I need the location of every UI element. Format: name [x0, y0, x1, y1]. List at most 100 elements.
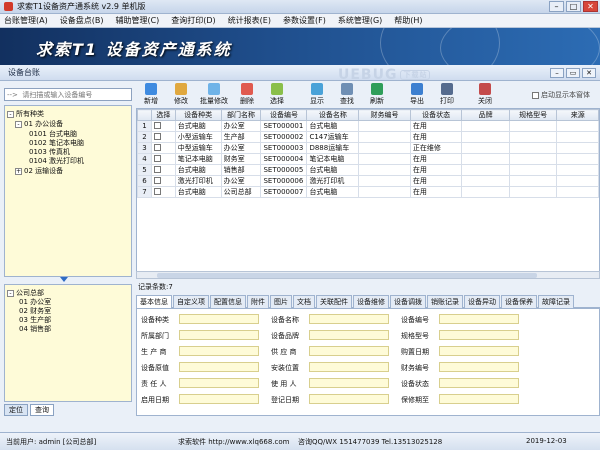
tab-custom[interactable]: 自定义项: [173, 295, 209, 308]
print-button[interactable]: 打印: [432, 82, 462, 106]
device-search-input[interactable]: [4, 88, 132, 101]
table-row[interactable]: 4 笔记本电脑 财务室 SET000004 笔记本电脑 在用: [137, 153, 599, 165]
panel-close-button[interactable]: ✕: [582, 68, 596, 78]
minimize-button[interactable]: –: [549, 1, 564, 12]
row-checkbox[interactable]: [153, 187, 161, 195]
field-label: 生 产 商: [141, 348, 167, 356]
original-value-field[interactable]: [179, 362, 259, 372]
department-tree: - 公司总部 01 办公室 02 财务室 03 生产部 04 销售部: [4, 284, 132, 402]
col-device-code[interactable]: 设备编号: [260, 109, 308, 121]
scrollbar-thumb[interactable]: [157, 273, 537, 278]
delete-button[interactable]: 删除: [232, 82, 262, 106]
maximize-button[interactable]: □: [566, 1, 581, 12]
dept-node-04[interactable]: 04 销售部: [19, 324, 51, 334]
col-finance-code[interactable]: 财务编号: [358, 109, 411, 121]
tree-node-02[interactable]: +02 运输设备: [15, 166, 63, 176]
select-button[interactable]: 选择: [262, 82, 292, 106]
table-row[interactable]: 6 激光打印机 办公室 SET000006 激光打印机 在用: [137, 175, 599, 187]
col-brand[interactable]: 品牌: [461, 109, 510, 121]
edit-button[interactable]: 修改: [166, 82, 196, 106]
title-bar: 求索T1设备资产通系统 v2.9 单机版 – □ ✕: [0, 0, 600, 14]
tab-writeoff[interactable]: 销账记录: [427, 295, 463, 308]
row-checkbox[interactable]: [153, 165, 161, 173]
splitter-arrow-icon[interactable]: [60, 277, 68, 282]
horizontal-scrollbar[interactable]: [136, 271, 600, 279]
purchase-date-field[interactable]: [439, 346, 519, 356]
menu-inventory[interactable]: 设备盘点(B): [60, 15, 104, 26]
toolbar: 新增 修改 批量修改 删除 选择 显示 查找 刷新 导出 打印 关闭: [136, 82, 600, 108]
menu-reports[interactable]: 统计报表(E): [228, 15, 271, 26]
tab-transfer[interactable]: 设备调拨: [390, 295, 426, 308]
app-icon: [4, 2, 13, 11]
table-row[interactable]: 3 中型运输车 办公室 SET000003 D888运输车 正在维修: [137, 142, 599, 154]
menu-help[interactable]: 帮助(H): [394, 15, 422, 26]
row-checkbox[interactable]: [153, 154, 161, 162]
device-name-field[interactable]: [309, 314, 389, 324]
menu-system[interactable]: 系统管理(G): [338, 15, 382, 26]
current-date: 2019-12-03: [526, 437, 567, 445]
brand-field[interactable]: [309, 330, 389, 340]
table-row[interactable]: 7 台式电脑 公司总部 SET000007 台式电脑 在用: [137, 186, 599, 198]
tab-documents[interactable]: 文档: [293, 295, 315, 308]
user-field[interactable]: [309, 378, 389, 388]
field-label: 保修期至: [401, 396, 429, 404]
add-button[interactable]: 新增: [136, 82, 166, 106]
export-button[interactable]: 导出: [402, 82, 432, 106]
model-field[interactable]: [439, 330, 519, 340]
menu-settings[interactable]: 参数设置(F): [283, 15, 326, 26]
finance-code-field[interactable]: [439, 362, 519, 372]
status-field[interactable]: [439, 378, 519, 388]
start-date-field[interactable]: [179, 394, 259, 404]
menu-ledger[interactable]: 台账管理(A): [4, 15, 48, 26]
responsible-person-field[interactable]: [179, 378, 259, 388]
tab-faults[interactable]: 故障记录: [538, 295, 574, 308]
tree-node-0104[interactable]: 0104 激光打印机: [29, 156, 84, 166]
tree-node-01[interactable]: -01 办公设备: [15, 119, 63, 129]
row-checkbox[interactable]: [153, 176, 161, 184]
col-source[interactable]: 来源: [556, 109, 599, 121]
tree-node-all[interactable]: - 所有种类: [7, 109, 44, 119]
display-button[interactable]: 显示: [302, 82, 332, 106]
batch-edit-button[interactable]: 批量修改: [196, 82, 232, 106]
tab-change[interactable]: 设备异动: [464, 295, 500, 308]
category-field[interactable]: [179, 314, 259, 324]
register-date-field[interactable]: [309, 394, 389, 404]
row-checkbox[interactable]: [153, 132, 161, 140]
tab-parts[interactable]: 关联配件: [316, 295, 352, 308]
col-category[interactable]: 设备种类: [174, 109, 222, 121]
find-button[interactable]: 查找: [332, 82, 362, 106]
row-checkbox[interactable]: [153, 143, 161, 151]
row-checkbox[interactable]: [153, 121, 161, 129]
location-field[interactable]: [309, 362, 389, 372]
tab-maintenance[interactable]: 设备保养: [501, 295, 537, 308]
refresh-button[interactable]: 刷新: [362, 82, 392, 106]
table-row[interactable]: 2 小型运输车 生产部 SET000002 C147运输车 在用: [137, 131, 599, 143]
department-field[interactable]: [179, 330, 259, 340]
supplier-field[interactable]: [309, 346, 389, 356]
manufacturer-field[interactable]: [179, 346, 259, 356]
warranty-field[interactable]: [439, 394, 519, 404]
tab-images[interactable]: 图片: [270, 295, 292, 308]
col-status[interactable]: 设备状态: [409, 109, 463, 121]
tab-attachments[interactable]: 附件: [247, 295, 269, 308]
menu-query-print[interactable]: 查询打印(D): [171, 15, 215, 26]
tab-basic-info[interactable]: 基本信息: [136, 295, 172, 308]
col-rownum: [137, 109, 152, 121]
close-window-button[interactable]: ✕: [583, 1, 598, 12]
col-select[interactable]: 选择: [150, 109, 176, 121]
panel-restore-button[interactable]: ▭: [566, 68, 580, 78]
col-department[interactable]: 部门名称: [220, 109, 262, 121]
tab-query[interactable]: 查询: [30, 404, 54, 416]
col-device-name[interactable]: 设备名称: [306, 109, 360, 121]
tab-repair[interactable]: 设备维修: [353, 295, 389, 308]
panel-minimize-button[interactable]: –: [550, 68, 564, 78]
table-row[interactable]: 5 台式电脑 销售部 SET000005 台式电脑 在用: [137, 164, 599, 176]
device-code-field[interactable]: [439, 314, 519, 324]
close-panel-button[interactable]: 关闭: [470, 82, 500, 106]
autoshow-checkbox[interactable]: 启动显示本窗体: [532, 90, 590, 100]
menu-aux[interactable]: 辅助管理(C): [115, 15, 159, 26]
tab-config[interactable]: 配置信息: [210, 295, 246, 308]
col-model[interactable]: 规格型号: [508, 109, 558, 121]
table-row[interactable]: 1 台式电脑 办公室 SET000001 台式电脑 在用: [137, 120, 599, 132]
tab-locate[interactable]: 定位: [4, 404, 28, 416]
